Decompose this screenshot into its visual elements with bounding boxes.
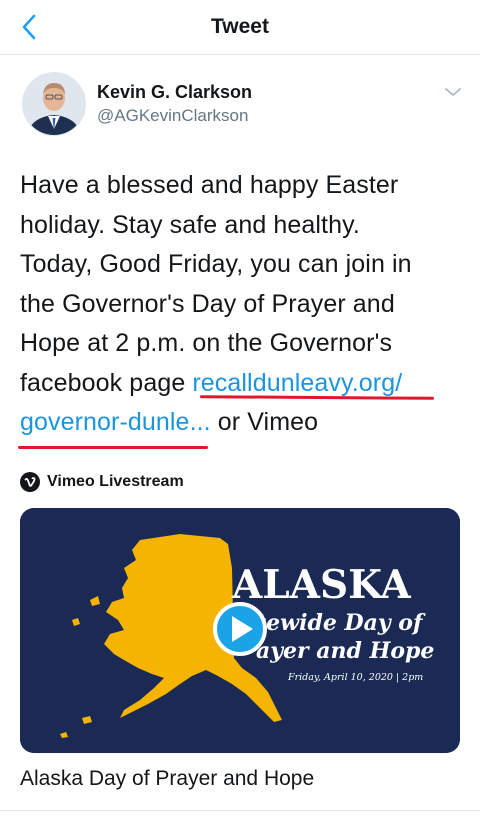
play-button[interactable] <box>213 602 267 656</box>
tweet-line: governor-dunle... or Vimeo <box>20 403 465 443</box>
tweet-line: holiday. Stay safe and healthy. <box>20 210 360 239</box>
thumbnail-date: Friday, April 10, 2020 | 2pm <box>287 672 423 683</box>
chevron-down-icon <box>445 88 461 96</box>
author-name[interactable]: Kevin G. Clarkson <box>97 82 252 103</box>
thumbnail-subtitle-1: tewide Day of <box>256 610 426 636</box>
thumbnail-headline: ALASKA <box>231 562 411 608</box>
tweet-line: Have a blessed and happy Easter <box>20 171 399 199</box>
nav-bar: Tweet <box>0 0 480 55</box>
embed-title[interactable]: Alaska Day of Prayer and Hope <box>20 767 314 791</box>
avatar[interactable] <box>22 72 86 136</box>
tweet-text-segment: facebook page <box>20 368 193 397</box>
tweet-header: Kevin G. Clarkson @AGKevinClarkson <box>20 72 465 138</box>
avatar-portrait <box>23 73 85 135</box>
page-title: Tweet <box>211 15 269 38</box>
tweet-text-segment: or Vimeo <box>210 408 319 436</box>
link-underline-mark <box>18 446 208 449</box>
video-thumbnail[interactable]: ALASKA tewide Day of ayer and Hope Frida… <box>20 508 460 753</box>
tweet-line: Hope at 2 p.m. on the Governor's <box>20 329 393 357</box>
embed-source[interactable]: Vimeo Livestream <box>20 470 184 494</box>
tweet-link-continued[interactable]: governor-dunle... <box>20 408 211 436</box>
tweet-text: Have a blessed and happy Easter holiday.… <box>20 166 465 443</box>
thumbnail-artwork: ALASKA tewide Day of ayer and Hope Frida… <box>20 508 460 753</box>
thumbnail-subtitle-2: ayer and Hope <box>256 638 434 664</box>
tweet-line: the Governor's Day of Prayer and <box>20 289 395 318</box>
back-button[interactable] <box>12 10 46 44</box>
divider <box>0 810 480 811</box>
embed-source-label: Vimeo Livestream <box>47 473 184 490</box>
more-options-button[interactable] <box>443 84 463 100</box>
author-handle[interactable]: @AGKevinClarkson <box>97 106 248 126</box>
vimeo-icon <box>20 472 40 492</box>
chevron-left-icon <box>22 14 36 40</box>
tweet-line: Today, Good Friday, you can join in <box>20 250 412 278</box>
tweet-link[interactable]: recalldunleavy.org/ <box>192 369 402 397</box>
